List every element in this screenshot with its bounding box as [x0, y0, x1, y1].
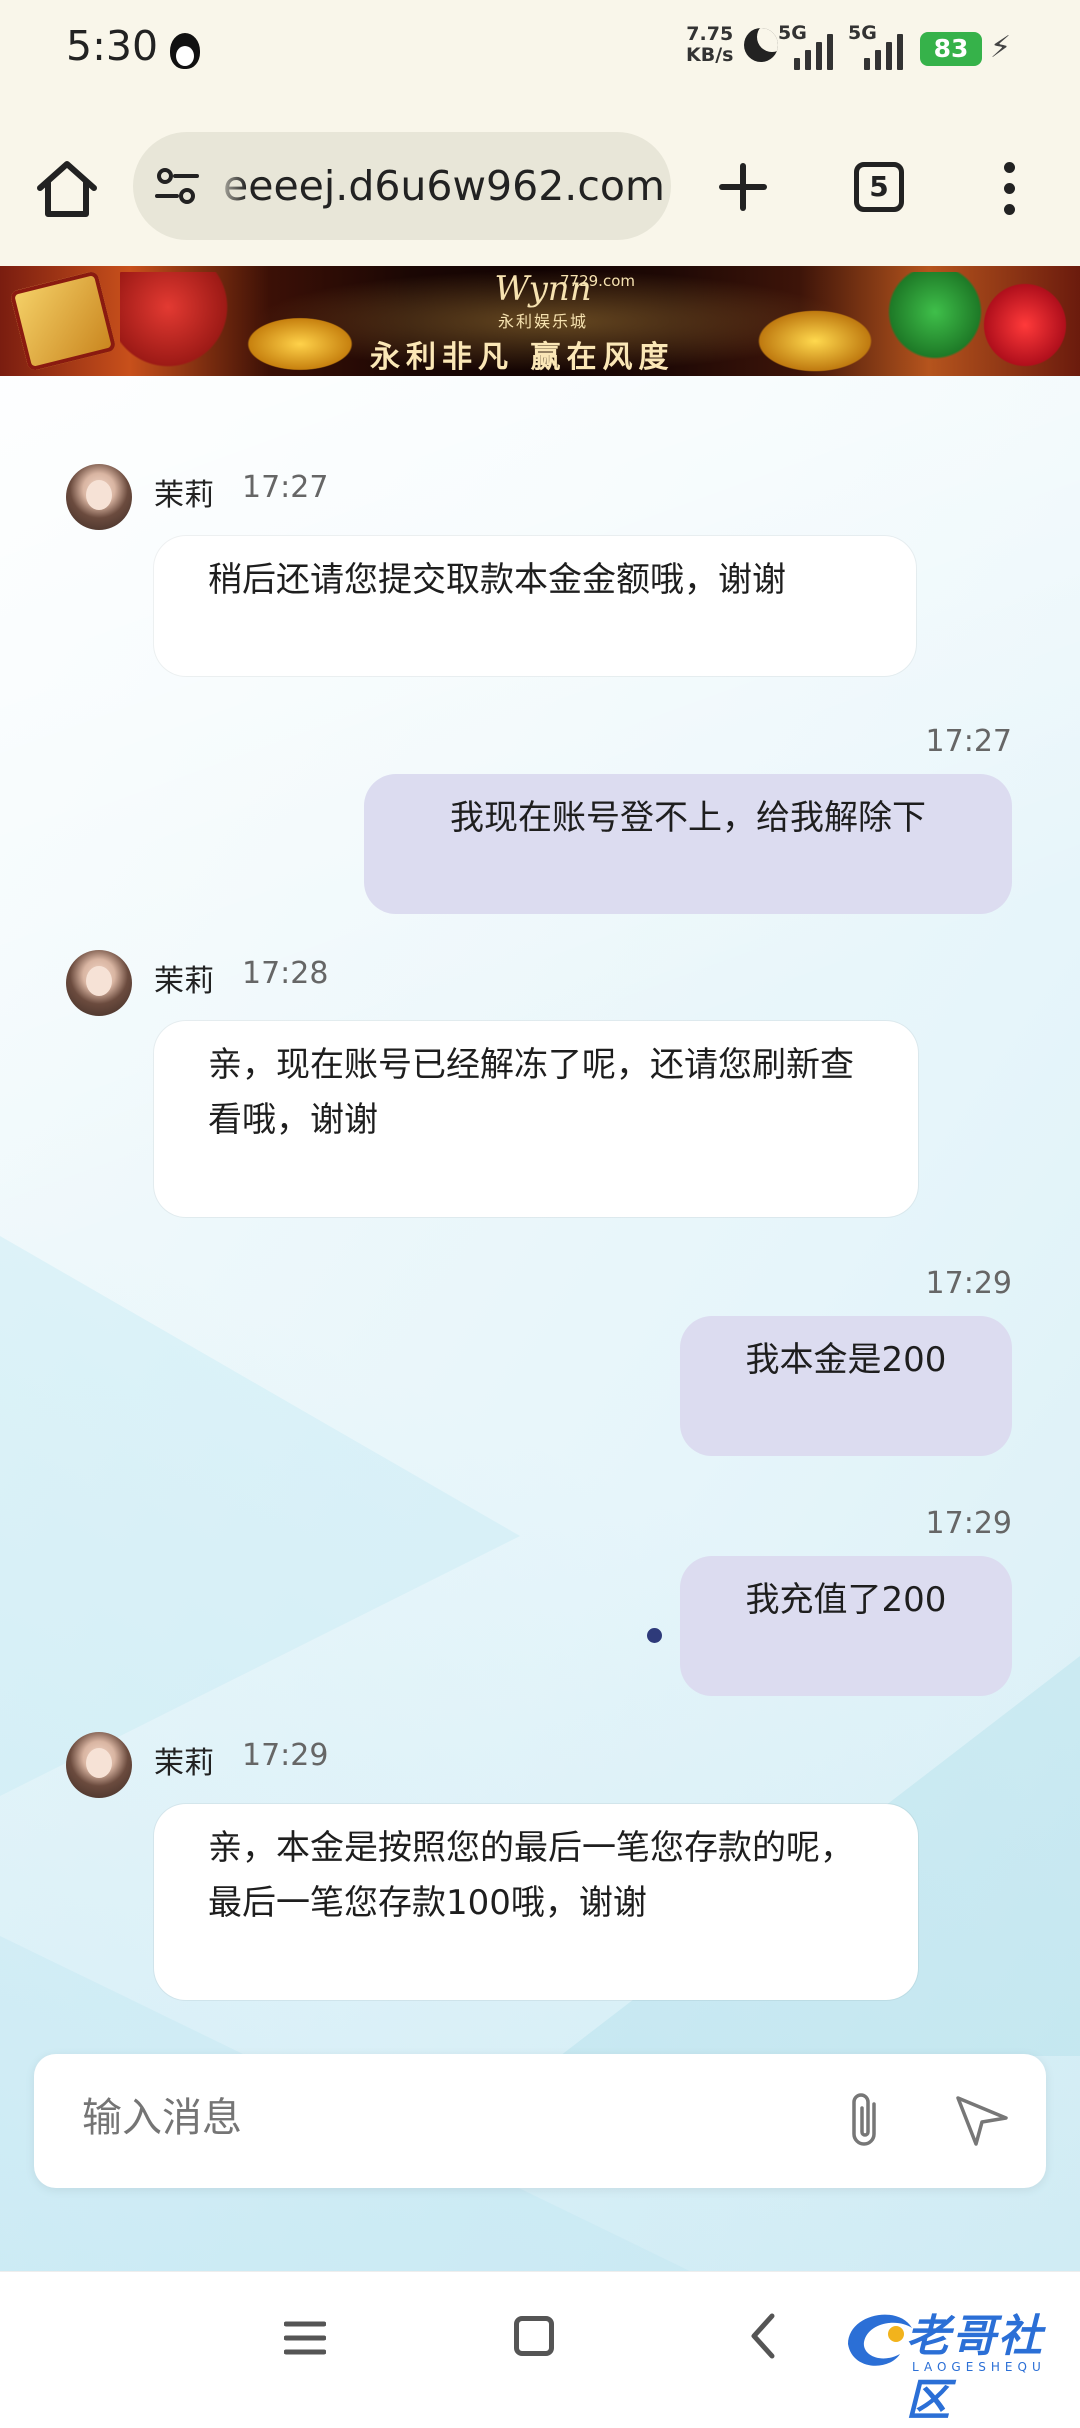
signal-icon: 5G [846, 22, 916, 70]
system-nav-bar: 老哥社区 LAOGESHEQU [0, 2271, 1080, 2426]
message-text: 亲，现在账号已经解冻了呢，还请您刷新查看哦，谢谢 [208, 1045, 854, 1140]
banner-gold-right [750, 306, 880, 376]
message-input[interactable] [80, 2094, 784, 2142]
address-bar[interactable]: eeeej.d6u6w962.com [133, 132, 671, 240]
sender-name: 茉莉 [154, 964, 214, 999]
banner-figure-left [120, 272, 240, 372]
plus-icon[interactable] [718, 162, 768, 212]
signal-icon: 5G [776, 22, 846, 70]
message-bubble-outgoing: 我本金是200 [680, 1316, 1012, 1456]
message-bubble-incoming: 稍后还请您提交取款本金金额哦，谢谢 [154, 536, 916, 676]
battery-icon: 83 [920, 32, 982, 66]
banner-gold-left [240, 314, 360, 374]
avatar[interactable] [66, 464, 132, 530]
send-icon[interactable] [952, 2092, 1012, 2148]
message-bubble-incoming: 亲，本金是按照您的最后一笔您存款的呢，最后一笔您存款100哦，谢谢 [154, 1804, 918, 2000]
tabs-icon[interactable]: 5 [854, 162, 904, 212]
message-time: 17:27 [925, 724, 1012, 759]
avatar[interactable] [66, 950, 132, 1016]
ad-banner[interactable]: Wynn 7729.com 永利娱乐城 永利非凡 赢在风度 [0, 266, 1080, 376]
message-time: 17:27 [242, 470, 329, 505]
message-time: 17:28 [242, 956, 329, 991]
net-speed: 7.75 KB/s [686, 24, 733, 66]
message-time: 17:29 [925, 1506, 1012, 1541]
url-text[interactable]: eeeej.d6u6w962.com [211, 162, 665, 212]
unread-dot [647, 1628, 662, 1643]
avatar[interactable] [66, 1732, 132, 1798]
message-time: 17:29 [242, 1738, 329, 1773]
message-bubble-outgoing: 我充值了200 [680, 1556, 1012, 1696]
home-icon[interactable] [34, 158, 100, 220]
message-text: 稍后还请您提交取款本金金额哦，谢谢 [208, 560, 786, 600]
browser-toolbar: eeeej.d6u6w962.com 5 [0, 102, 1080, 268]
more-menu-icon[interactable] [1004, 162, 1016, 216]
watermark-subtext: LAOGESHEQU [912, 2360, 1046, 2374]
moon-icon [744, 28, 778, 62]
home-square-icon[interactable] [514, 2316, 554, 2356]
message-time: 17:29 [925, 1266, 1012, 1301]
back-icon[interactable] [746, 2312, 780, 2360]
banner-brand-sub: 永利娱乐城 [498, 312, 589, 331]
message-bubble-outgoing: 我现在账号登不上，给我解除下 [364, 774, 1012, 914]
banner-figure-red [975, 280, 1075, 370]
message-text: 我充值了200 [745, 1580, 947, 1620]
sender-name: 茉莉 [154, 1746, 214, 1781]
message-bubble-incoming: 亲，现在账号已经解冻了呢，还请您刷新查看哦，谢谢 [154, 1021, 918, 1217]
chat-area[interactable]: 茉莉 17:27 稍后还请您提交取款本金金额哦，谢谢 17:27 我现在账号登不… [0, 376, 1080, 2271]
menu-icon[interactable] [284, 2318, 326, 2358]
net-speed-unit: KB/s [686, 44, 734, 66]
status-bar: 5:30 7.75 KB/s 5G 5G 83 ⚡ [0, 0, 1080, 102]
banner-figure-right [880, 272, 990, 372]
message-composer [34, 2054, 1046, 2188]
sender-name: 茉莉 [154, 478, 214, 513]
banner-slogan: 永利非凡 赢在风度 [370, 340, 675, 375]
paperclip-icon[interactable] [844, 2090, 888, 2152]
banner-logo-badge [9, 270, 117, 372]
message-text: 我本金是200 [745, 1340, 947, 1380]
message-text: 我现在账号登不上，给我解除下 [450, 798, 926, 838]
banner-site: 7729.com [560, 272, 635, 290]
net-speed-value: 7.75 [686, 23, 734, 45]
message-text: 亲，本金是按照您的最后一笔您存款的呢，最后一笔您存款100哦，谢谢 [208, 1828, 854, 1923]
status-time: 5:30 [66, 22, 159, 70]
qq-icon [170, 33, 200, 69]
charging-icon: ⚡ [990, 30, 1012, 65]
site-settings-icon[interactable] [153, 166, 201, 206]
